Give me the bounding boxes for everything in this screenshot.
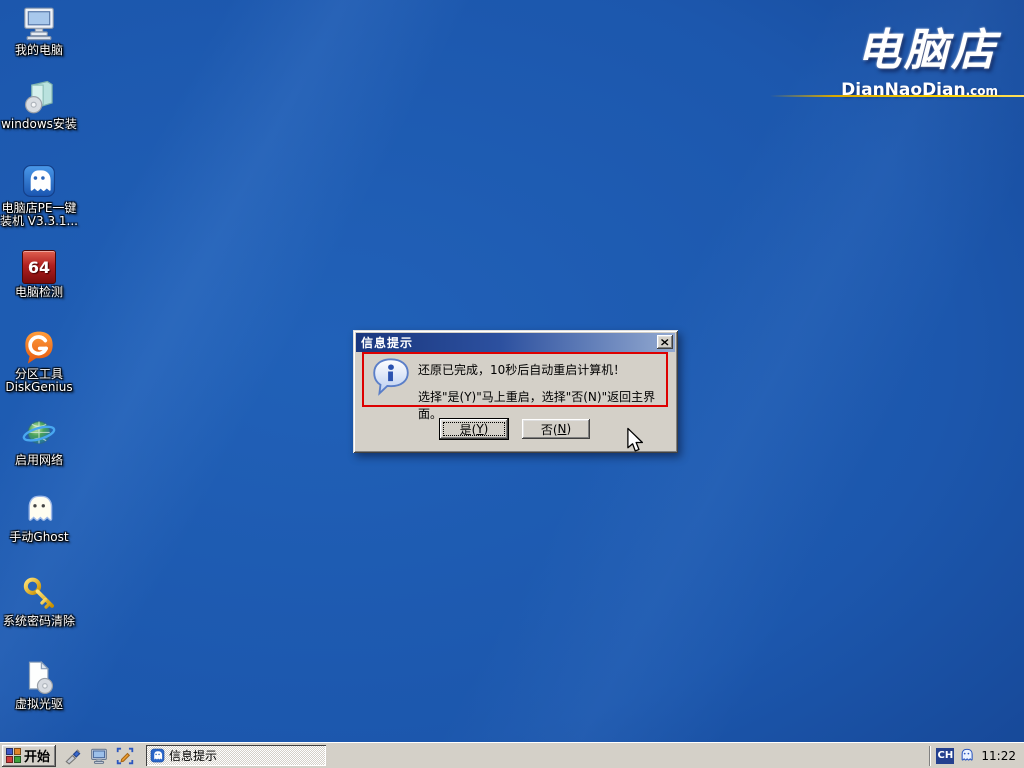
no-button-key: N: [558, 422, 567, 436]
icon-label: 系统密码清除: [0, 615, 85, 628]
brand-name: DianNaoDian: [841, 80, 965, 100]
dialog-message: 还原已完成，10秒后自动重启计算机！ 选择"是(Y)"马上重启，选择"否(N)"…: [418, 354, 662, 422]
taskbar-task-info-dialog[interactable]: 信息提示: [146, 745, 326, 766]
desktop-icon-password-clear[interactable]: 系统密码清除: [0, 575, 85, 628]
no-button[interactable]: 否(N): [522, 419, 590, 439]
no-button-text: 否(: [541, 421, 558, 438]
icon-label: 虚拟光驱: [0, 698, 85, 711]
logo-underline: [770, 95, 1024, 97]
monitor-icon[interactable]: [90, 747, 108, 765]
key-icon: [20, 575, 58, 613]
screen-edit-icon[interactable]: [116, 747, 134, 765]
ghost-tray-icon[interactable]: [958, 747, 975, 764]
dialog-title: 信息提示: [361, 334, 413, 351]
virtual-cd-icon: [20, 658, 58, 696]
start-label: 开始: [24, 746, 50, 765]
yes-button-text: 是(: [460, 421, 477, 438]
mouse-cursor: [626, 427, 644, 454]
desktop-icon-hardware-check[interactable]: 64 电脑检测: [0, 248, 85, 299]
start-button[interactable]: 开始: [2, 745, 56, 767]
icon-label: 启用网络: [0, 454, 85, 467]
brush-icon[interactable]: [64, 747, 82, 765]
hardware-check-icon: 64: [22, 250, 56, 284]
desktop: 电脑店 DianNaoDian.com 我的电脑 windows安装: [0, 0, 1024, 768]
tray-divider: [929, 746, 931, 766]
desktop-icon-diskgenius[interactable]: 分区工具 DiskGenius: [0, 328, 85, 394]
desktop-icon-windows-install[interactable]: windows安装: [0, 78, 85, 131]
close-button[interactable]: [657, 335, 673, 349]
icon-label: 电脑检测: [0, 286, 85, 299]
desktop-icon-my-computer[interactable]: 我的电脑: [0, 4, 85, 57]
taskbar-clock[interactable]: 11:22: [981, 749, 1016, 763]
start-squares-icon: [6, 748, 21, 763]
desktop-icon-pe-installer[interactable]: 电脑店PE一键 装机 V3.3.1...: [0, 162, 85, 228]
icon-label: 手动Ghost: [0, 531, 85, 544]
quick-launch-bar: [64, 747, 134, 765]
diskgenius-icon: [20, 328, 58, 366]
brand-title: 电脑店: [841, 14, 998, 78]
pe-ghost-icon: [20, 162, 58, 200]
message-line1: 还原已完成，10秒后自动重启计算机！: [418, 361, 662, 378]
message-line2: 选择"是(Y)"马上重启，选择"否(N)"返回主界面。: [418, 388, 662, 422]
icon-label: 我的电脑: [0, 44, 85, 57]
pe-ghost-icon: [150, 748, 165, 763]
system-tray: CH 11:22: [929, 745, 1022, 767]
language-indicator[interactable]: CH: [936, 748, 954, 764]
icon-label: windows安装: [0, 118, 85, 131]
yes-button-key: Y: [476, 422, 483, 436]
brand-subtitle: DianNaoDian.com: [841, 80, 998, 100]
dialog-buttons: 是(Y) 否(N): [440, 419, 590, 439]
yes-button[interactable]: 是(Y): [440, 419, 508, 439]
close-icon: [661, 339, 669, 346]
badge-64: 64: [28, 258, 50, 277]
info-balloon-icon: [371, 357, 411, 401]
network-globe-icon: [20, 414, 58, 452]
icon-label: 电脑店PE一键 装机 V3.3.1...: [0, 202, 85, 228]
ghost-icon: [20, 491, 58, 529]
annotation-box: 还原已完成，10秒后自动重启计算机！ 选择"是(Y)"马上重启，选择"否(N)"…: [362, 352, 668, 407]
icon-label: 分区工具 DiskGenius: [0, 368, 85, 394]
yes-button-text-end: ): [484, 422, 489, 436]
desktop-icon-enable-network[interactable]: 启用网络: [0, 414, 85, 467]
taskbar: 开始 信息提示: [0, 742, 1024, 768]
brand-logo: 电脑店 DianNaoDian.com: [841, 14, 998, 100]
task-button-label: 信息提示: [169, 747, 217, 764]
windows-install-icon: [20, 78, 58, 116]
desktop-icon-manual-ghost[interactable]: 手动Ghost: [0, 491, 85, 544]
my-computer-icon: [20, 4, 58, 42]
no-button-text-end: ): [566, 422, 571, 436]
desktop-icon-virtual-cdrom[interactable]: 虚拟光驱: [0, 658, 85, 711]
dialog-titlebar[interactable]: 信息提示: [356, 333, 675, 352]
